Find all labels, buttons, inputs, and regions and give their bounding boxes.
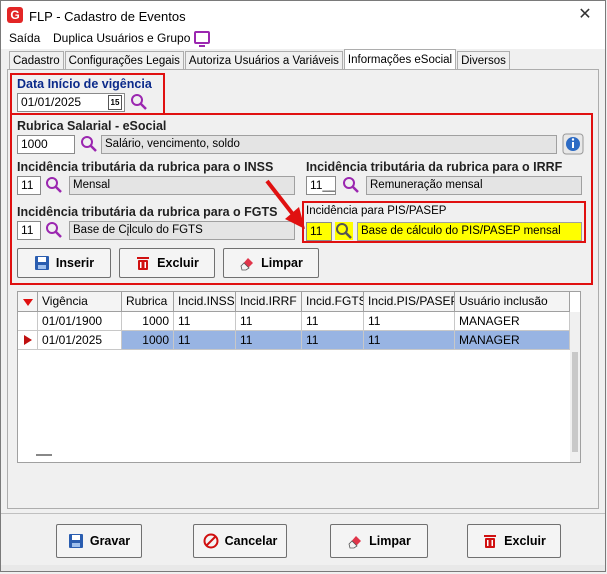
pis-description: Base de cálculo do PIS/PASEP mensal bbox=[357, 222, 582, 241]
menu-saida[interactable]: Saída bbox=[9, 31, 40, 45]
col-incid-pis[interactable]: Incid.PIS/PASEP bbox=[364, 292, 455, 312]
col-incid-fgts[interactable]: Incid.FGTS bbox=[302, 292, 364, 312]
window-title: FLP - Cadastro de Eventos bbox=[29, 9, 186, 24]
close-button[interactable]: ✕ bbox=[575, 5, 595, 25]
cancelar-label: Cancelar bbox=[224, 534, 278, 548]
trash-icon bbox=[484, 535, 497, 548]
cell-irrf: 11 bbox=[236, 331, 302, 350]
row-indicator bbox=[18, 312, 38, 331]
limpar-action-button[interactable]: Limpar bbox=[223, 248, 319, 278]
excluir-label: Excluir bbox=[504, 534, 546, 548]
fgts-label: Incidência tributária da rubrica para o … bbox=[17, 205, 278, 219]
col-incid-irrf[interactable]: Incid.IRRF bbox=[236, 292, 302, 312]
cell-rubrica: 1000 bbox=[122, 331, 174, 350]
current-row-arrow-icon bbox=[24, 335, 32, 345]
app-logo-icon: G bbox=[7, 7, 23, 23]
tab-cadastro[interactable]: Cadastro bbox=[9, 51, 64, 69]
tab-autoriza-usuarios[interactable]: Autoriza Usuários a Variáveis bbox=[184, 51, 343, 69]
grid-vertical-scrollbar[interactable] bbox=[570, 312, 580, 462]
col-vigencia[interactable]: Vigência bbox=[38, 292, 122, 312]
excluir-button[interactable]: Excluir bbox=[467, 524, 561, 558]
main-window: G FLP - Cadastro de Eventos ✕ Saída Dupl… bbox=[0, 0, 606, 572]
search-vigencia-icon[interactable] bbox=[130, 93, 148, 111]
inserir-label: Inserir bbox=[55, 256, 95, 270]
cell-inss: 11 bbox=[174, 331, 236, 350]
cell-vigencia: 01/01/1900 bbox=[38, 312, 122, 331]
pis-label: Incidência para PIS/PASEP bbox=[306, 205, 447, 217]
inserir-button[interactable]: Inserir bbox=[17, 248, 111, 278]
col-incid-inss[interactable]: Incid.INSS bbox=[174, 292, 236, 312]
status-bar bbox=[1, 565, 605, 571]
cell-pis: 11 bbox=[364, 312, 455, 331]
rubrica-code-input[interactable]: 1000 bbox=[17, 135, 75, 154]
sort-down-icon bbox=[23, 299, 33, 306]
excluir-action-button[interactable]: Excluir bbox=[119, 248, 215, 278]
rubrica-label: Rubrica Salarial - eSocial bbox=[17, 119, 167, 133]
calendar-icon[interactable]: 15 bbox=[108, 95, 122, 110]
excluir-action-label: Excluir bbox=[157, 256, 199, 270]
fgts-code-input[interactable]: 11 bbox=[17, 221, 41, 240]
save-icon bbox=[68, 534, 83, 548]
search-pis-icon[interactable] bbox=[335, 222, 353, 240]
irrf-label: Incidência tributária da rubrica para o … bbox=[306, 160, 563, 174]
col-usuario-inclusao[interactable]: Usuário inclusão bbox=[455, 292, 570, 312]
cell-rubrica: 1000 bbox=[122, 312, 174, 331]
inss-description: Mensal bbox=[69, 176, 295, 195]
monitor-icon[interactable] bbox=[194, 31, 210, 47]
cell-usuario: MANAGER bbox=[455, 331, 570, 350]
rubrica-description: Salário, vencimento, soldo bbox=[101, 135, 557, 154]
cancelar-button[interactable]: Cancelar bbox=[193, 524, 287, 558]
trash-icon bbox=[137, 257, 150, 270]
cell-inss: 11 bbox=[174, 312, 236, 331]
cell-fgts: 11 bbox=[302, 331, 364, 350]
vigencia-grid[interactable]: Vigência Rubrica Incid.INSS Incid.IRRF I… bbox=[17, 291, 581, 463]
grid-horizontal-scroll-thumb[interactable] bbox=[36, 454, 52, 456]
grid-sort-indicator[interactable] bbox=[18, 292, 38, 312]
cell-irrf: 11 bbox=[236, 312, 302, 331]
eraser-icon bbox=[348, 536, 362, 549]
cell-pis: 11 bbox=[364, 331, 455, 350]
title-bar: G FLP - Cadastro de Eventos ✕ bbox=[1, 1, 605, 29]
menu-bar: Saída Duplica Usuários e Grupo bbox=[1, 29, 605, 49]
floppy-disk-icon bbox=[34, 256, 49, 270]
grid-header: Vigência Rubrica Incid.INSS Incid.IRRF I… bbox=[18, 292, 570, 312]
footer-divider bbox=[1, 513, 605, 514]
cell-usuario: MANAGER bbox=[455, 312, 570, 331]
row-indicator bbox=[18, 331, 38, 350]
search-inss-icon[interactable] bbox=[45, 176, 63, 194]
table-row[interactable]: 01/01/1900 1000 11 11 11 11 MANAGER bbox=[18, 312, 570, 331]
search-fgts-icon[interactable] bbox=[45, 221, 63, 239]
limpar-action-label: Limpar bbox=[261, 256, 303, 270]
tab-bar: Cadastro Configurações Legais Autoriza U… bbox=[9, 49, 511, 69]
inss-code-input[interactable]: 11 bbox=[17, 176, 41, 195]
eraser-icon bbox=[240, 258, 254, 271]
limpar-button[interactable]: Limpar bbox=[330, 524, 428, 558]
limpar-label: Limpar bbox=[369, 534, 411, 548]
tab-diversos[interactable]: Diversos bbox=[457, 51, 510, 69]
cancel-icon bbox=[203, 533, 219, 549]
gravar-label: Gravar bbox=[89, 534, 131, 548]
table-row-selected[interactable]: 01/01/2025 1000 11 11 11 11 MANAGER bbox=[18, 331, 570, 350]
search-rubrica-icon[interactable] bbox=[80, 135, 98, 153]
search-irrf-icon[interactable] bbox=[342, 176, 360, 194]
inss-label: Incidência tributária da rubrica para o … bbox=[17, 160, 274, 174]
tab-configuracoes-legais[interactable]: Configurações Legais bbox=[64, 51, 184, 69]
red-arrow-annotation bbox=[265, 179, 305, 229]
irrf-description: Remuneração mensal bbox=[366, 176, 582, 195]
fgts-description: Base de Cįlculo do FGTS bbox=[69, 221, 295, 240]
cell-fgts: 11 bbox=[302, 312, 364, 331]
vigencia-label: Data Início de vigência bbox=[17, 77, 152, 91]
scroll-thumb[interactable] bbox=[572, 352, 578, 452]
menu-duplica-usuarios[interactable]: Duplica Usuários e Grupo bbox=[53, 31, 190, 45]
info-icon[interactable] bbox=[562, 133, 584, 155]
cell-vigencia: 01/01/2025 bbox=[38, 331, 122, 350]
tab-informacoes-esocial[interactable]: Informações eSocial bbox=[343, 49, 457, 69]
col-rubrica[interactable]: Rubrica bbox=[122, 292, 174, 312]
gravar-button[interactable]: Gravar bbox=[56, 524, 142, 558]
